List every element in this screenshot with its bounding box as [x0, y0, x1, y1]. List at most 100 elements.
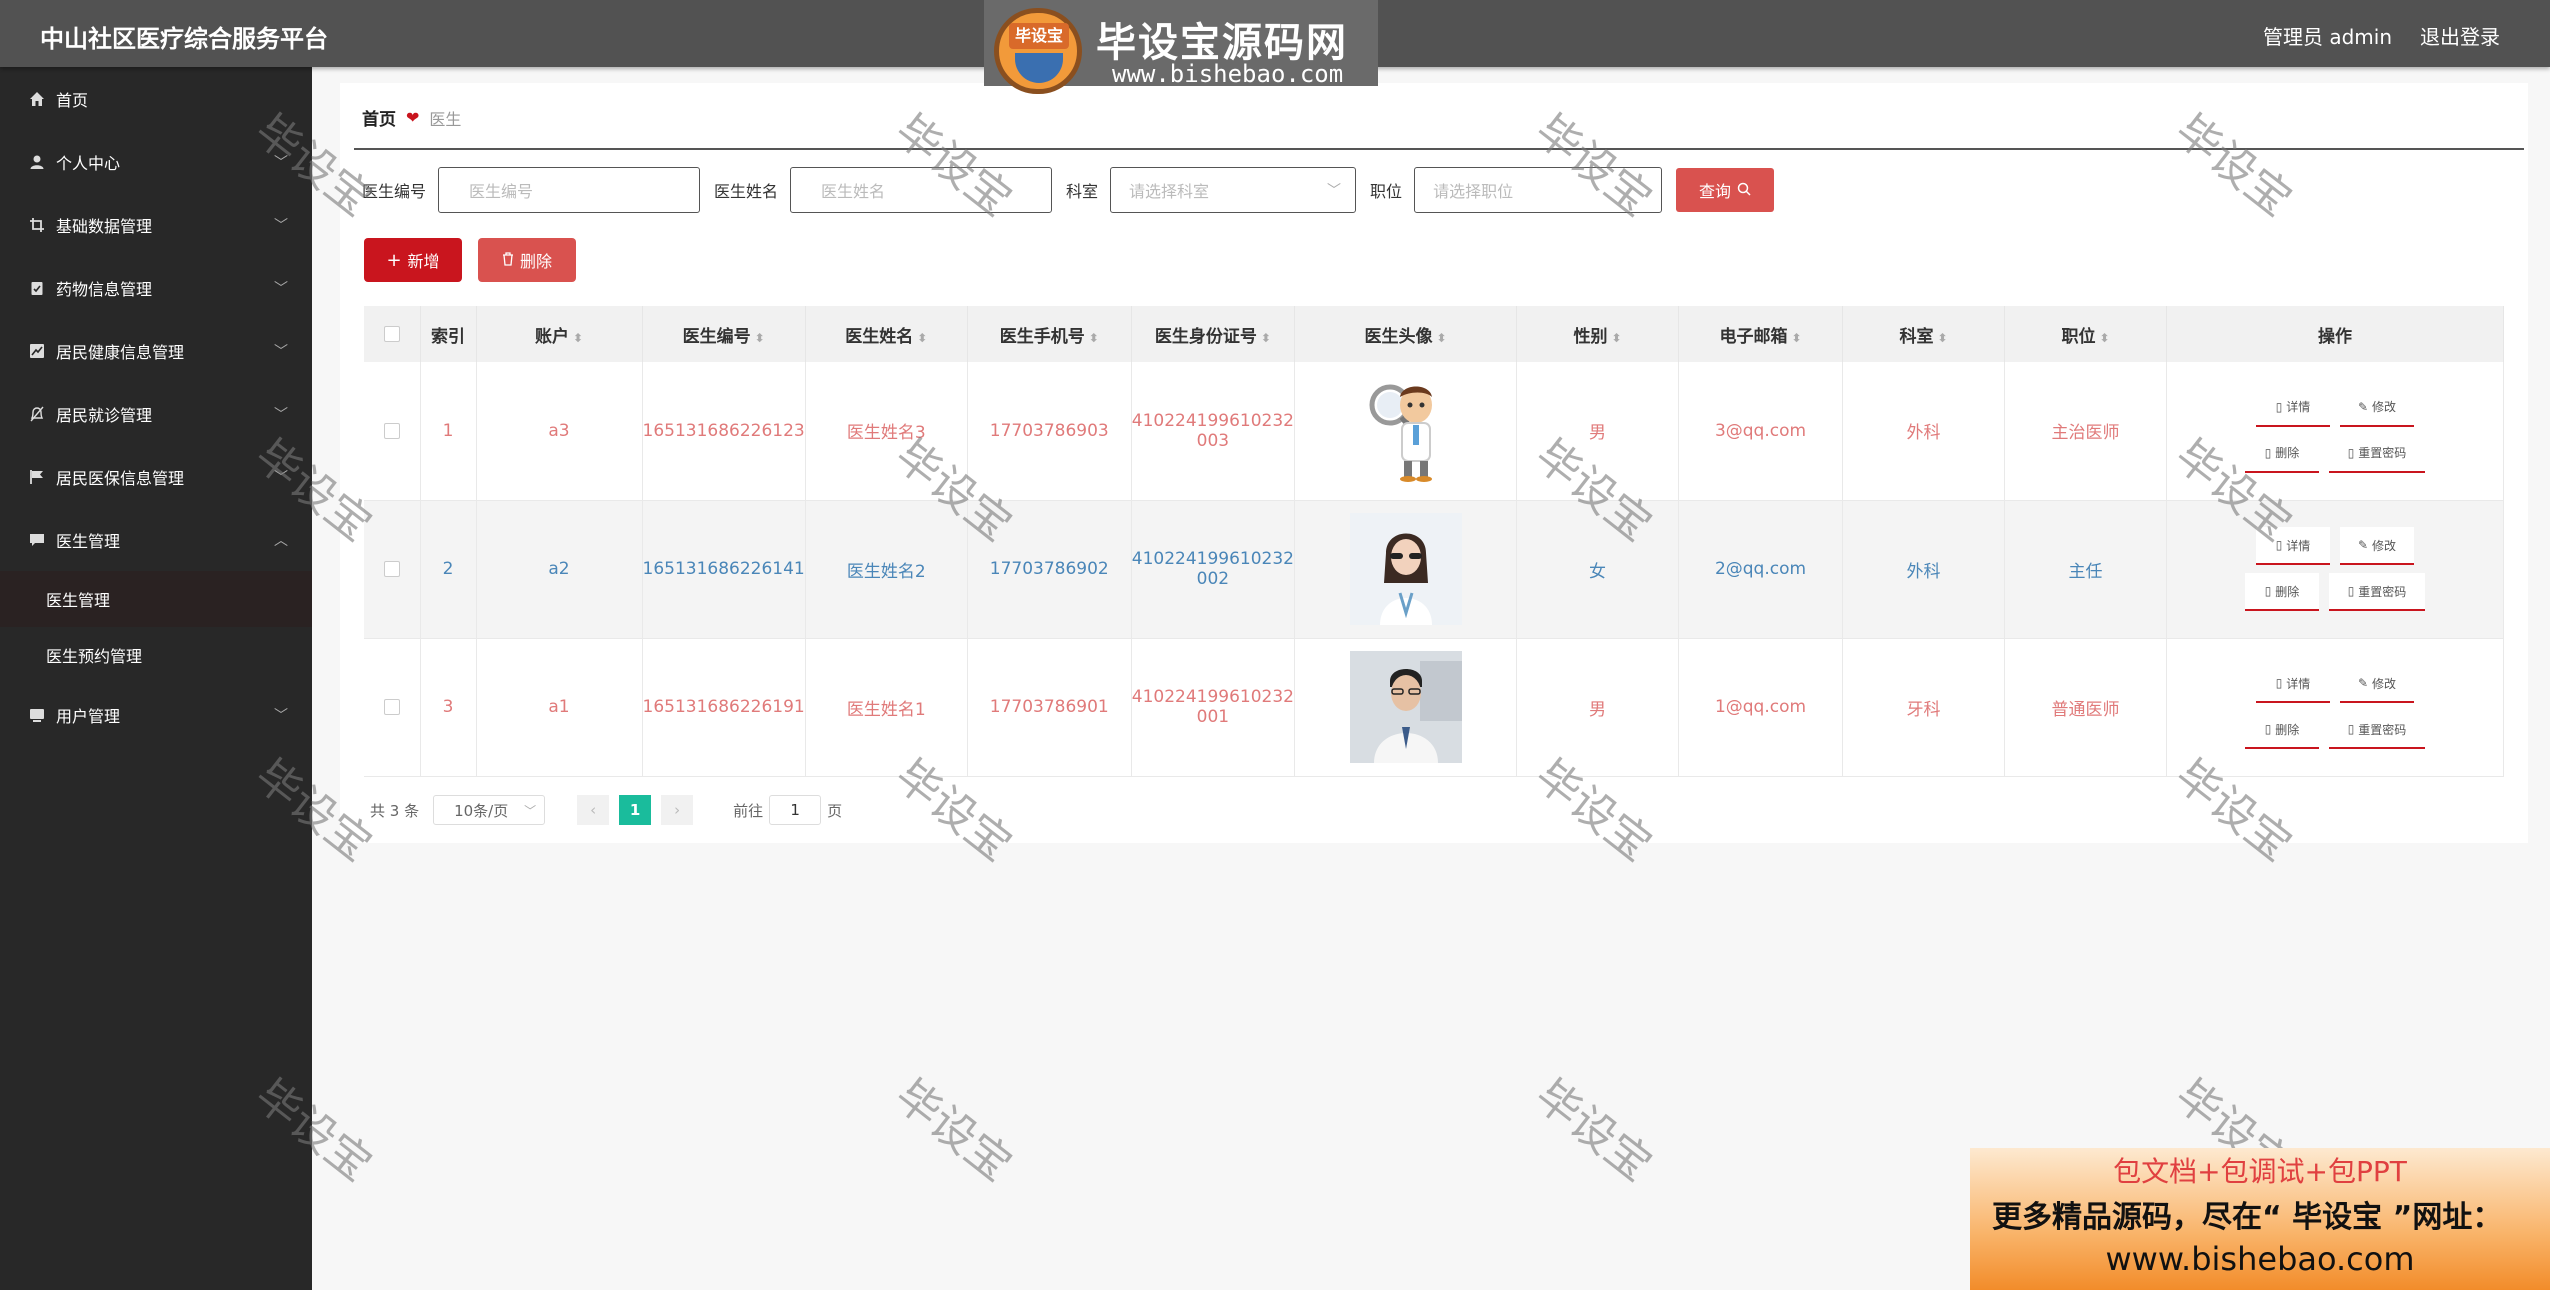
sidebar-item-doctors[interactable]: 医生管理 ︿ — [0, 508, 312, 571]
reset-password-button[interactable]: ▯ 重置密码 — [2329, 434, 2425, 473]
position-select[interactable]: 请选择职位 — [1414, 167, 1663, 213]
sort-icon: ⬍ — [572, 330, 584, 345]
sidebar-subitem-doctor-appointment[interactable]: 医生预约管理 — [0, 627, 312, 683]
delete-button[interactable]: ▯ 删除 — [2245, 434, 2319, 473]
logout-link[interactable]: 退出登录 — [2420, 21, 2500, 50]
detail-button[interactable]: ▯ 详情 — [2256, 527, 2330, 565]
cell-code: 165131686226191 — [642, 638, 806, 777]
doctor-name-input[interactable]: 医生姓名 — [790, 167, 1053, 213]
chevron-down-icon: ﹀ — [274, 281, 288, 297]
col-avatar[interactable]: 医生头像 ⬍ — [1294, 306, 1517, 362]
sidebar-item-insurance[interactable]: 居民医保信息管理 ﹀ — [0, 445, 312, 508]
cell-phone: 17703786901 — [967, 638, 1132, 777]
search-bar: 医生编号 医生编号 医生姓名 医生姓名 科室 请选择科室 ﹀ 职位 请选择职位 … — [362, 167, 1775, 213]
detail-button[interactable]: ▯ 详情 — [2256, 388, 2330, 427]
doc-icon: ▯ — [2347, 722, 2355, 736]
sidebar-item-basic-data[interactable]: 基础数据管理 ﹀ — [0, 193, 312, 256]
delete-button[interactable]: ▯ 删除 — [2245, 573, 2319, 611]
sidebar-item-label: 居民医保信息管理 — [56, 468, 185, 488]
col-gender[interactable]: 性别 ⬍ — [1516, 306, 1679, 362]
idcard-line: 410224199610232 — [1131, 687, 1294, 707]
cell-index: 3 — [420, 638, 477, 777]
page-number[interactable]: 1 — [619, 795, 652, 825]
user-label[interactable]: 管理员 admin — [2263, 21, 2392, 50]
row-checkbox[interactable] — [383, 561, 400, 577]
sidebar-item-users[interactable]: 用户管理 ﹀ — [0, 683, 312, 746]
detail-button[interactable]: ▯ 详情 — [2256, 665, 2330, 703]
prev-page-button[interactable]: ‹ — [577, 795, 610, 825]
dept-select[interactable]: 请选择科室 ﹀ — [1110, 167, 1357, 213]
chevron-down-icon: ﹀ — [274, 218, 288, 234]
edit-button[interactable]: ✎ 修改 — [2340, 665, 2414, 703]
row-select-cell[interactable] — [364, 362, 421, 501]
reset-password-button[interactable]: ▯ 重置密码 — [2329, 711, 2425, 749]
idcard-line: 003 — [1196, 430, 1230, 451]
breadcrumb-home[interactable]: 首页 — [362, 105, 396, 130]
sidebar-item-profile[interactable]: 个人中心 ﹀ — [0, 130, 312, 193]
sidebar-item-medicine[interactable]: 药物信息管理 ﹀ — [0, 256, 312, 319]
trash-icon: ▯ — [2264, 584, 2272, 598]
select-all-cell[interactable] — [364, 306, 421, 362]
chevron-down-icon: ﹀ — [274, 155, 288, 171]
edit-icon: ✎ — [2358, 399, 2369, 414]
page-size-select[interactable]: 10条/页 ﹀ — [433, 795, 546, 825]
row-checkbox[interactable] — [383, 422, 400, 439]
table-header-row: 索引 账户 ⬍ 医生编号 ⬍ 医生姓名 ⬍ 医生手机号 ⬍ 医生身份证号 ⬍ 医生头像 ⬍ … — [364, 306, 2504, 362]
doc-icon: ▯ — [2275, 538, 2283, 552]
cell-email: 1@qq.com — [1678, 638, 1843, 777]
col-dept[interactable]: 科室 ⬍ — [1842, 306, 2005, 362]
cell-position: 主治医师 — [2004, 362, 2167, 501]
batch-delete-button[interactable]: 删除 — [478, 238, 576, 282]
next-page-button[interactable]: › — [661, 795, 694, 825]
cell-account: a1 — [476, 638, 643, 777]
row-checkbox[interactable] — [383, 699, 400, 715]
logo-badge-text: 毕设宝 — [1009, 23, 1069, 49]
goto-page-input[interactable]: 1 — [769, 795, 822, 825]
sort-icon: ⬍ — [1791, 330, 1802, 345]
cell-idcard: 410224199610232 003 — [1131, 362, 1296, 501]
sidebar-subitem-doctor-manage[interactable]: 医生管理 — [0, 571, 312, 627]
sidebar-item-visits[interactable]: 居民就诊管理 ﹀ — [0, 382, 312, 445]
col-name[interactable]: 医生姓名 ⬍ — [805, 306, 968, 362]
add-button[interactable]: + 新增 — [364, 238, 462, 282]
doctor-avatar-photo[interactable] — [1349, 513, 1462, 625]
logo-badge-icon: 毕设宝 — [994, 8, 1082, 94]
cell-account: a3 — [476, 362, 643, 501]
col-code[interactable]: 医生编号 ⬍ — [642, 306, 806, 362]
edit-button[interactable]: ✎ 修改 — [2340, 388, 2414, 427]
reset-password-button[interactable]: ▯ 重置密码 — [2329, 573, 2425, 611]
edit-button[interactable]: ✎ 修改 — [2340, 527, 2414, 565]
col-position[interactable]: 职位 ⬍ — [2004, 306, 2167, 362]
idcard-line: 410224199610232 — [1131, 410, 1294, 431]
position-label: 职位 — [1370, 182, 1403, 201]
chevron-down-icon: ﹀ — [274, 344, 288, 360]
idcard-line: 002 — [1196, 569, 1230, 589]
row-select-cell[interactable] — [364, 500, 421, 639]
sidebar-item-home[interactable]: 首页 — [0, 67, 312, 130]
cell-idcard: 410224199610232 002 — [1131, 500, 1296, 639]
chart-icon — [28, 342, 46, 360]
chevron-down-icon: ﹀ — [1327, 183, 1342, 199]
breadcrumb-divider — [354, 148, 2524, 150]
col-idcard[interactable]: 医生身份证号 ⬍ — [1131, 306, 1296, 362]
cell-name: 医生姓名1 — [805, 638, 968, 777]
select-all-checkbox[interactable] — [383, 326, 400, 342]
table-row: 1 a3 165131686226123 医生姓名3 17703786903 4… — [364, 362, 2504, 501]
row-select-cell[interactable] — [364, 638, 421, 777]
query-button[interactable]: 查询 — [1676, 168, 1775, 212]
col-account[interactable]: 账户 ⬍ — [476, 306, 643, 362]
cell-dept: 牙科 — [1842, 638, 2005, 777]
delete-button[interactable]: ▯ 删除 — [2245, 711, 2319, 749]
doctor-avatar-photo[interactable] — [1349, 651, 1462, 763]
doctor-code-input[interactable]: 医生编号 — [438, 167, 701, 213]
cell-gender: 男 — [1516, 362, 1679, 501]
col-phone[interactable]: 医生手机号 ⬍ — [967, 306, 1132, 362]
doctor-avatar-cartoon[interactable] — [1349, 374, 1462, 487]
sidebar-item-label: 基础数据管理 — [56, 216, 153, 236]
edit-icon: ✎ — [2358, 676, 2369, 690]
chevron-left-icon: ‹ — [590, 801, 597, 819]
sidebar-item-health[interactable]: 居民健康信息管理 ﹀ — [0, 319, 312, 382]
chevron-down-icon: ﹀ — [274, 470, 288, 486]
col-email[interactable]: 电子邮箱 ⬍ — [1678, 306, 1843, 362]
crop-icon — [28, 216, 46, 234]
